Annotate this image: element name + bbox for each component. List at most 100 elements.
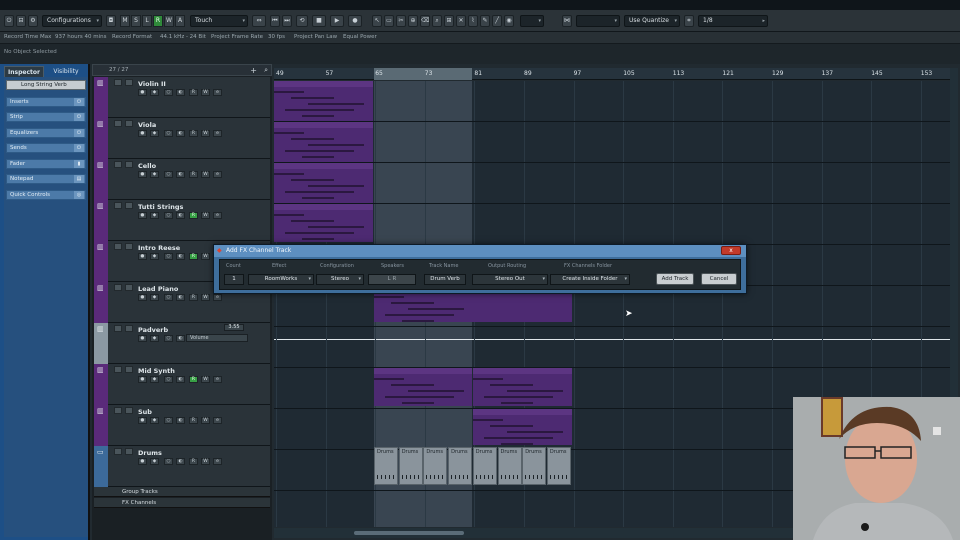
inspector-section-inserts[interactable]: Inserts ⏻ (6, 97, 86, 107)
solo-button[interactable]: ◆ (150, 171, 159, 178)
track-expand-button[interactable] (114, 366, 122, 373)
write-automation-button[interactable]: W (201, 212, 210, 219)
track-name[interactable]: Padverb (138, 326, 168, 334)
mute-button[interactable]: ● (138, 171, 147, 178)
record-enable-button[interactable]: ○ (164, 335, 173, 342)
read-automation-button[interactable]: R (189, 294, 198, 301)
track-edit-button[interactable] (125, 79, 133, 86)
track-edit-button[interactable] (125, 161, 133, 168)
zoom-tool-icon[interactable]: ⌕ (432, 15, 442, 27)
track-expand-button[interactable] (114, 284, 122, 291)
write-automation-button[interactable]: W (201, 171, 210, 178)
monitor-button[interactable]: ◐ (176, 253, 185, 260)
write-automation-button[interactable]: W (201, 417, 210, 424)
track-edit-button[interactable] (125, 448, 133, 455)
track-edit-button[interactable] (125, 366, 133, 373)
track-expand-button[interactable] (114, 325, 122, 332)
record-time-value[interactable]: 937 hours 40 mins (55, 34, 106, 40)
read-automation-button[interactable]: R (189, 89, 198, 96)
mute-button[interactable]: ● (138, 212, 147, 219)
ruler[interactable]: 49 57 65 73 81 89 97 105 113 121 129 137 145 153 (274, 68, 950, 80)
mute-tool-icon[interactable]: ✕ (456, 15, 466, 27)
mute-button[interactable]: ● (138, 253, 147, 260)
comp-tool-icon[interactable]: ⊞ (444, 15, 454, 27)
search-icon[interactable]: ⌕ (264, 66, 268, 75)
track-edit-button[interactable] (125, 407, 133, 414)
monitor-button[interactable]: ◐ (176, 212, 185, 219)
drum-part[interactable]: Drums (423, 447, 448, 485)
monitor-button[interactable]: ◐ (176, 89, 185, 96)
midi-part[interactable] (274, 163, 373, 203)
fx-folder-select[interactable]: Create Inside Folder ▾ (550, 274, 630, 285)
add-track-icon[interactable]: + (250, 66, 257, 75)
automation-parameter[interactable]: Volume (186, 334, 248, 342)
track-edit-button[interactable] (125, 284, 133, 291)
read-automation-button[interactable]: R (189, 417, 198, 424)
cancel-button[interactable]: Cancel (701, 273, 737, 285)
go-to-start-icon[interactable]: ⏮ (270, 15, 280, 27)
track-row[interactable]: ▥ Sub ● ◆ ○ ◐ R We (94, 405, 270, 446)
track-name-field[interactable]: Drum Verb (424, 274, 466, 285)
write-automation-button[interactable]: W (201, 253, 210, 260)
frame-rate-value[interactable]: 30 fps (268, 34, 285, 40)
read-automation-button[interactable]: R (189, 130, 198, 137)
fader-icon[interactable]: ▮ (74, 160, 84, 168)
record-enable-button[interactable]: ○ (164, 130, 173, 137)
track-row[interactable]: ▥ Violin II ● ◆ ○ ◐ R We (94, 77, 270, 118)
track-row[interactable]: ▥ Mid Synth ● ◆ ○ ◐ R We (94, 364, 270, 405)
track-name[interactable]: Intro Reese (138, 244, 180, 252)
inspector-section-equalizers[interactable]: Equalizers ⏻ (6, 128, 86, 138)
midi-part[interactable]: Sylenth1 01 (473, 368, 572, 406)
color-select[interactable]: ▾ (520, 15, 544, 27)
write-automation-mode[interactable]: W (164, 15, 174, 27)
track-expand-button[interactable] (114, 202, 122, 209)
read-automation-button[interactable]: R (189, 212, 198, 219)
configuration-select[interactable]: Stereo ▾ (316, 274, 364, 285)
read-automation-button[interactable]: R (189, 171, 198, 178)
track-name[interactable]: Drums (138, 449, 162, 457)
range-tool-icon[interactable]: ▭ (384, 15, 394, 27)
solo-button[interactable]: ◆ (150, 417, 159, 424)
draw-tool-icon[interactable]: ✎ (480, 15, 490, 27)
inspector-track-name[interactable]: Long String Verb (6, 80, 86, 90)
monitor-button[interactable]: ◐ (176, 458, 185, 465)
quantize-icon[interactable]: ⌗ (684, 15, 694, 27)
automation-mode-a[interactable]: A (175, 15, 185, 27)
track-row[interactable]: ▥ Viola ● ◆ ○ ◐ R We (94, 118, 270, 159)
track-name[interactable]: Lead Piano (138, 285, 178, 293)
glue-tool-icon[interactable]: ⊕ (408, 15, 418, 27)
add-track-button[interactable]: Add Track (656, 273, 694, 285)
edit-button[interactable]: e (213, 89, 222, 96)
stop-button[interactable]: ■ (312, 15, 326, 27)
cycle-locator-range[interactable] (374, 68, 472, 80)
track-name[interactable]: Mid Synth (138, 367, 175, 375)
solo-button[interactable]: ◆ (150, 335, 159, 342)
inspector-section-quick-controls[interactable]: Quick Controls ◎ (6, 190, 86, 200)
track-expand-button[interactable] (114, 161, 122, 168)
drum-part[interactable]: Drums (374, 447, 398, 485)
cycle-icon[interactable]: ⟲ (296, 15, 308, 27)
inspector-section-fader[interactable]: Fader ▮ (6, 159, 86, 169)
mute-button[interactable]: ● (138, 294, 147, 301)
effect-select[interactable]: RoomWorks ▾ (248, 274, 314, 285)
track-edit-button[interactable] (125, 243, 133, 250)
monitor-button[interactable]: ◐ (176, 130, 185, 137)
notepad-icon[interactable]: ▤ (74, 175, 84, 183)
track-row[interactable]: ▥ Cello ● ◆ ○ ◐ R We (94, 159, 270, 200)
folder-group-tracks[interactable]: Group Tracks (94, 487, 270, 497)
listen-mode[interactable]: L (142, 15, 152, 27)
record-enable-button[interactable]: ○ (164, 458, 173, 465)
configurations-select[interactable]: Configurations ▾ (42, 15, 102, 27)
play-tool-icon[interactable]: ◉ (504, 15, 514, 27)
automation-mode-select[interactable]: Touch ▾ (190, 15, 248, 27)
record-format-value[interactable]: 44.1 kHz - 24 Bit (160, 34, 206, 40)
drum-part[interactable]: Drums (546, 447, 571, 485)
camera-icon[interactable]: ◘ (106, 15, 116, 27)
activate-project-button[interactable]: ⏻ (4, 15, 14, 27)
drum-part[interactable]: Drums (398, 447, 423, 485)
track-row[interactable]: ▥Padverb●◆○◐RWe3.55Volume (94, 323, 270, 364)
drum-part[interactable]: Drums (448, 447, 473, 485)
mute-button[interactable]: ● (138, 376, 147, 383)
edit-button[interactable]: e (213, 171, 222, 178)
bypass-icon[interactable]: ⏻ (74, 113, 84, 121)
